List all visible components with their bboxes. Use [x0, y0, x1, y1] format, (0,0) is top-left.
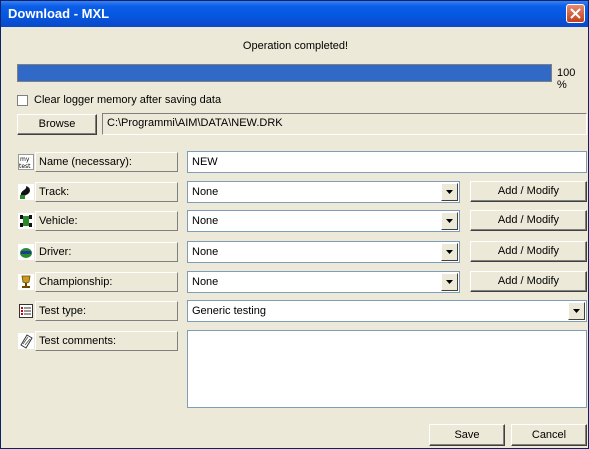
vehicle-select[interactable]: None: [187, 210, 460, 232]
track-add-modify-button[interactable]: Add / Modify: [470, 181, 587, 202]
notepad-icon: [17, 332, 35, 350]
vehicle-add-modify-button[interactable]: Add / Modify: [470, 210, 587, 231]
vehicle-label: Vehicle:: [35, 211, 178, 231]
clear-memory-label: Clear logger memory after saving data: [34, 94, 222, 106]
trophy-icon: [17, 273, 35, 291]
test-type-dropdown-button[interactable]: [568, 302, 585, 320]
vehicle-value: None: [192, 215, 219, 227]
test-comments-label: Test comments:: [35, 331, 178, 351]
progress-percent: 100 %: [557, 67, 576, 91]
championship-select[interactable]: None: [187, 271, 460, 293]
svg-text:my: my: [20, 156, 30, 163]
svg-text:test: test: [19, 163, 31, 170]
driver-dropdown-button[interactable]: [441, 243, 458, 261]
championship-label: Championship:: [35, 272, 178, 292]
status-message: Operation completed!: [242, 40, 349, 52]
driver-select[interactable]: None: [187, 241, 460, 263]
championship-dropdown-button[interactable]: [441, 273, 458, 291]
save-button[interactable]: Save: [429, 424, 505, 446]
track-select[interactable]: None: [187, 181, 460, 203]
title-bar[interactable]: Download - MXL: [1, 1, 588, 27]
track-value: None: [192, 186, 219, 198]
test-comments-input[interactable]: [187, 330, 587, 408]
progress-fill: [18, 65, 551, 81]
track-icon: [17, 183, 35, 201]
chevron-down-icon: [446, 250, 453, 254]
vehicle-dropdown-button[interactable]: [441, 212, 458, 230]
driver-add-modify-button[interactable]: Add / Modify: [470, 241, 587, 262]
driver-icon: [17, 243, 35, 261]
window-title: Download - MXL: [8, 6, 110, 21]
name-input[interactable]: NEW: [187, 151, 587, 173]
chevron-down-icon: [573, 309, 580, 313]
test-type-select[interactable]: Generic testing: [187, 300, 587, 322]
vehicle-icon: [17, 212, 35, 230]
cancel-button[interactable]: Cancel: [511, 424, 587, 446]
driver-value: None: [192, 246, 219, 258]
chevron-down-icon: [446, 219, 453, 223]
browse-button[interactable]: Browse: [17, 114, 97, 135]
close-icon: [570, 8, 581, 19]
driver-label: Driver:: [35, 242, 178, 262]
track-dropdown-button[interactable]: [441, 183, 458, 201]
track-label: Track:: [35, 182, 178, 202]
close-button[interactable]: [566, 4, 585, 23]
championship-add-modify-button[interactable]: Add / Modify: [470, 271, 587, 292]
chevron-down-icon: [446, 280, 453, 284]
test-type-value: Generic testing: [192, 305, 266, 317]
championship-value: None: [192, 276, 219, 288]
clear-memory-option[interactable]: Clear logger memory after saving data: [17, 94, 221, 106]
clear-memory-checkbox[interactable]: [17, 94, 28, 106]
file-path: C:\Programmi\AIM\DATA\NEW.DRK: [102, 113, 587, 135]
mytest-icon: my test: [17, 153, 35, 171]
name-label: Name (necessary):: [35, 152, 178, 172]
progress-bar: [17, 64, 552, 82]
chevron-down-icon: [446, 190, 453, 194]
download-dialog: Download - MXL Operation completed! 100 …: [0, 0, 589, 449]
list-icon: [17, 302, 35, 320]
test-type-label: Test type:: [35, 301, 178, 321]
